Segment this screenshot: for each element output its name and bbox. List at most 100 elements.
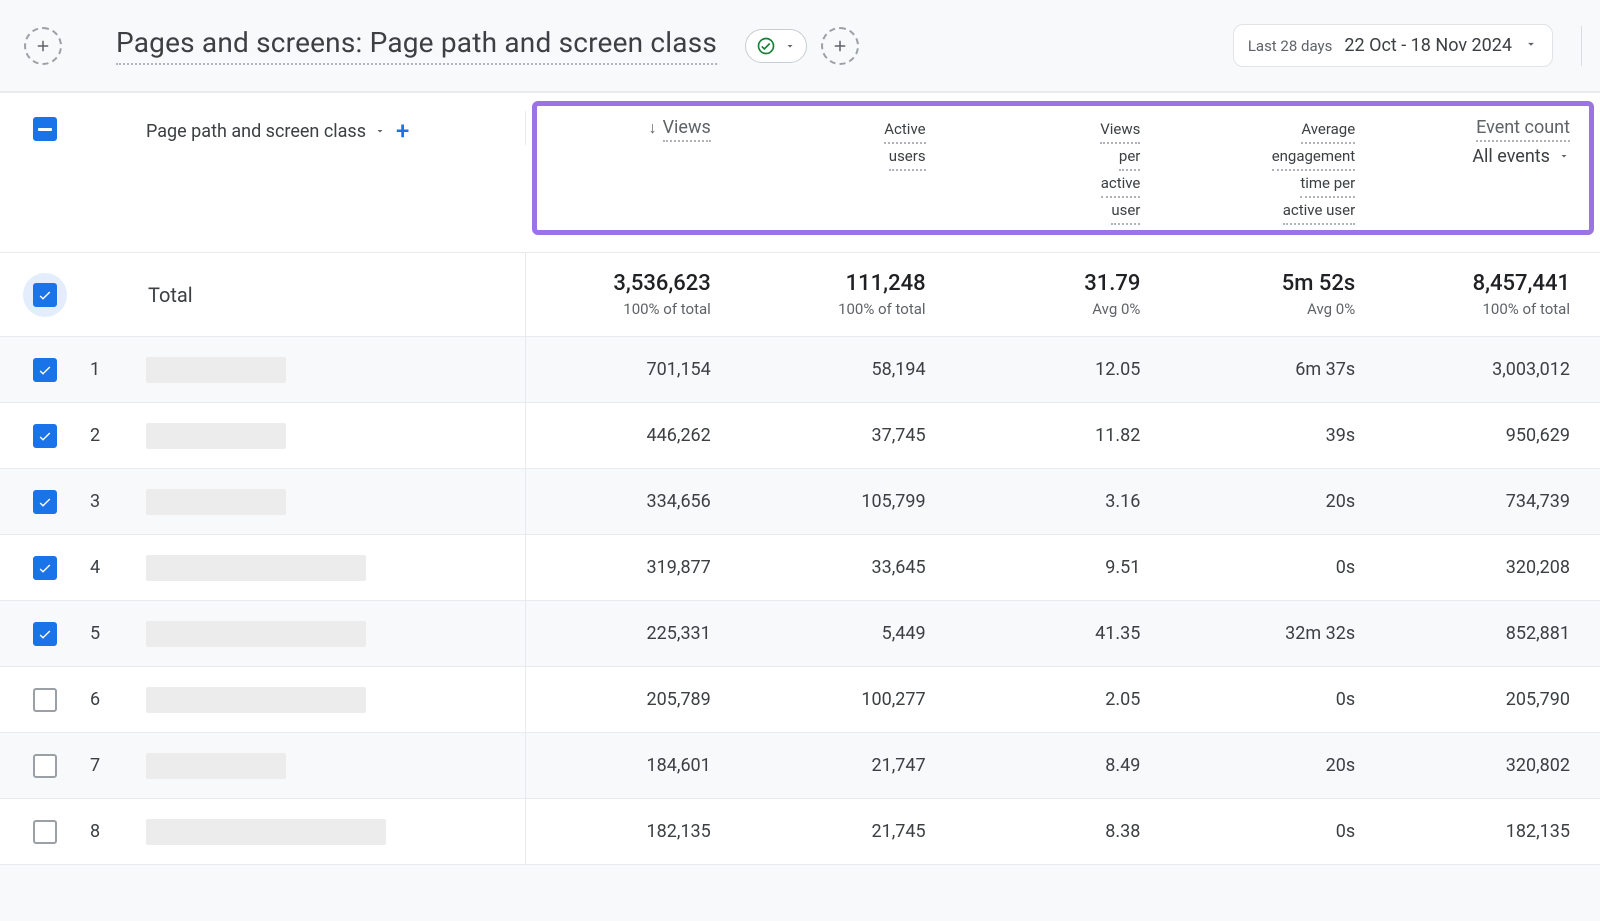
table-row: 3334,656105,7993.1620s734,739 [0, 469, 1600, 535]
add-comparison-button[interactable] [24, 27, 62, 65]
data-table: Page path and screen class + ↓Views Acti… [0, 92, 1600, 865]
column-header-event-count[interactable]: Event count All events [1472, 117, 1570, 167]
cell-vpu: 9.51 [956, 535, 1171, 600]
add-filter-button[interactable] [821, 27, 859, 65]
cell-events: 320,208 [1385, 535, 1600, 600]
row-index: 4 [90, 535, 146, 600]
page-path-redacted[interactable] [146, 423, 286, 449]
cell-active: 33,645 [741, 535, 956, 600]
date-range-picker[interactable]: Last 28 days 22 Oct - 18 Nov 2024 [1233, 24, 1553, 67]
check-icon [37, 362, 53, 378]
cell-aet: 6m 37s [1170, 337, 1385, 402]
event-filter-dropdown[interactable]: All events [1472, 146, 1570, 167]
cell-active: 5,449 [741, 601, 956, 666]
column-header-views[interactable]: ↓Views [649, 117, 711, 138]
page-path-redacted[interactable] [146, 819, 386, 845]
cell-vpu: 8.49 [956, 733, 1171, 798]
column-header-avg-engagement[interactable]: Averageengagementtime peractive user [1272, 117, 1356, 225]
page-path-redacted[interactable] [146, 687, 366, 713]
table-row: 2446,26237,74511.8239s950,629 [0, 403, 1600, 469]
check-icon [37, 428, 53, 444]
date-preset-label: Last 28 days [1248, 37, 1333, 55]
cell-aet: 32m 32s [1170, 601, 1385, 666]
row-checkbox[interactable] [33, 556, 57, 580]
total-label: Total [146, 283, 193, 307]
page-path-redacted[interactable] [146, 753, 286, 779]
cell-vpu: 2.05 [956, 667, 1171, 732]
cell-events: 852,881 [1385, 601, 1600, 666]
page-path-redacted[interactable] [146, 621, 366, 647]
topbar: Pages and screens: Page path and screen … [0, 0, 1600, 92]
table-row: 5 225,3315,44941.3532m 32s852,881 [0, 601, 1600, 667]
cell-views: 205,789 [526, 667, 741, 732]
cell-views: 701,154 [526, 337, 741, 402]
row-checkbox[interactable] [33, 688, 57, 712]
page-title[interactable]: Pages and screens: Page path and screen … [116, 26, 717, 65]
table-row: 1701,15458,19412.056m 37s3,003,012 [0, 337, 1600, 403]
cell-aet: 0s [1170, 535, 1385, 600]
select-all-checkbox[interactable] [33, 117, 57, 141]
cell-vpu: 12.05 [956, 337, 1171, 402]
verified-chip[interactable] [745, 29, 807, 63]
cell-active: 21,745 [741, 799, 956, 864]
add-dimension-button[interactable]: + [396, 117, 409, 145]
page-path-redacted[interactable] [146, 555, 366, 581]
column-header-views-per-user[interactable]: Viewsperactiveuser [1100, 117, 1140, 225]
cell-views: 184,601 [526, 733, 741, 798]
dimension-label: Page path and screen class [146, 121, 366, 142]
cell-aet: 0s [1170, 667, 1385, 732]
check-icon [37, 287, 53, 303]
cell-active: 21,747 [741, 733, 956, 798]
row-index: 6 [90, 667, 146, 732]
cell-vpu: 11.82 [956, 403, 1171, 468]
row-index: 2 [90, 403, 146, 468]
row-checkbox[interactable] [33, 424, 57, 448]
arrow-down-icon: ↓ [649, 118, 657, 137]
total-active-users: 111,248 [846, 271, 926, 296]
row-checkbox[interactable] [33, 358, 57, 382]
table-header-row: Page path and screen class + ↓Views Acti… [0, 93, 1600, 253]
row-index: 5 [90, 601, 146, 666]
chevron-down-icon [374, 121, 386, 142]
table-row: 6205,789100,2772.050s205,790 [0, 667, 1600, 733]
cell-events: 320,802 [1385, 733, 1600, 798]
column-header-active-users[interactable]: Activeusers [884, 117, 925, 171]
cell-aet: 20s [1170, 469, 1385, 534]
cell-events: 182,135 [1385, 799, 1600, 864]
table-row: 7184,60121,7478.4920s320,802 [0, 733, 1600, 799]
dimension-picker[interactable]: Page path and screen class [146, 121, 386, 142]
row-index: 8 [90, 799, 146, 864]
chevron-down-icon [1524, 37, 1538, 55]
row-checkbox[interactable] [33, 820, 57, 844]
date-range-value: 22 Oct - 18 Nov 2024 [1344, 35, 1512, 56]
table-row: 4319,87733,6459.510s320,208 [0, 535, 1600, 601]
row-checkbox[interactable] [33, 490, 57, 514]
row-checkbox[interactable] [33, 622, 57, 646]
row-index: 3 [90, 469, 146, 534]
cell-active: 58,194 [741, 337, 956, 402]
total-checkbox[interactable] [33, 283, 57, 307]
page-path-redacted[interactable] [146, 489, 286, 515]
cell-active: 100,277 [741, 667, 956, 732]
page-path-redacted[interactable] [146, 357, 286, 383]
check-icon [37, 560, 53, 576]
cell-views: 446,262 [526, 403, 741, 468]
row-checkbox[interactable] [33, 754, 57, 778]
table-row: 8182,13521,7458.380s182,135 [0, 799, 1600, 865]
total-event-count: 8,457,441 [1473, 271, 1570, 296]
check-icon [37, 494, 53, 510]
row-index: 1 [90, 337, 146, 402]
plus-icon [831, 37, 849, 55]
cell-views: 225,331 [526, 601, 741, 666]
cell-events: 950,629 [1385, 403, 1600, 468]
cell-vpu: 8.38 [956, 799, 1171, 864]
page-title-wrap: Pages and screens: Page path and screen … [116, 26, 717, 65]
cell-vpu: 41.35 [956, 601, 1171, 666]
cell-events: 734,739 [1385, 469, 1600, 534]
cell-aet: 20s [1170, 733, 1385, 798]
plus-icon [34, 37, 52, 55]
cell-active: 37,745 [741, 403, 956, 468]
divider [1581, 26, 1582, 66]
check-icon [37, 626, 53, 642]
total-views-per-user: 31.79 [1084, 271, 1140, 296]
